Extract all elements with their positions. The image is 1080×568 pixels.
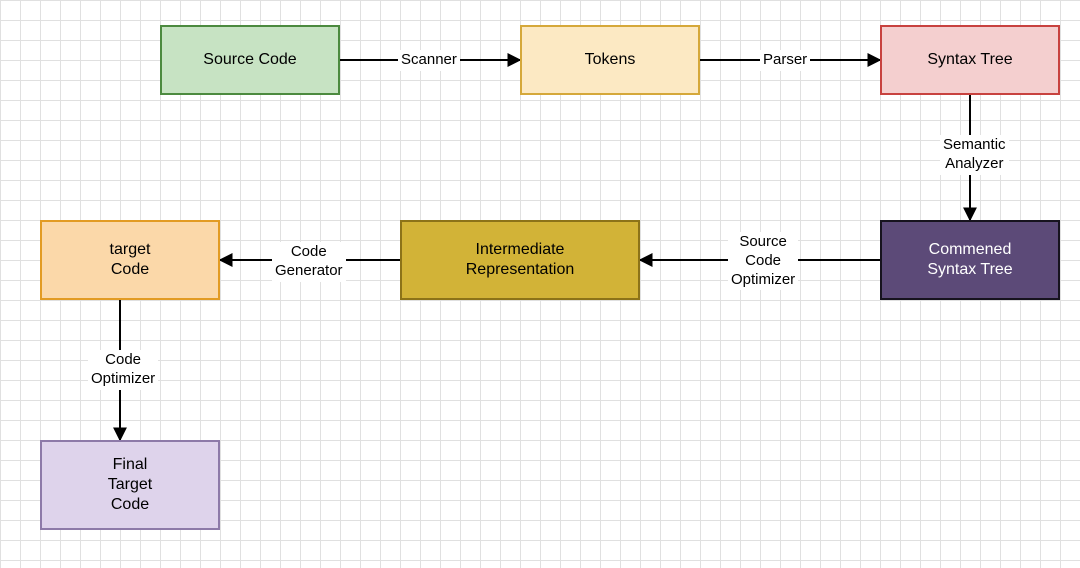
node-source-code: Source Code — [160, 25, 340, 95]
edge-label-semantic-analyzer: Semantic Analyzer — [940, 135, 1009, 175]
node-syntax-tree: Syntax Tree — [880, 25, 1060, 95]
node-final-target-code: Final Target Code — [40, 440, 220, 530]
edge-label-code-optimizer: Code Optimizer — [88, 350, 158, 390]
edge-label-scanner: Scanner — [398, 50, 460, 71]
node-commened-syntax-tree: Commened Syntax Tree — [880, 220, 1060, 300]
node-target-code: target Code — [40, 220, 220, 300]
edge-label-source-code-optimizer: Source Code Optimizer — [728, 232, 798, 290]
node-intermediate-representation: Intermediate Representation — [400, 220, 640, 300]
edge-label-code-generator: Code Generator — [272, 242, 346, 282]
edge-label-parser: Parser — [760, 50, 810, 71]
node-tokens: Tokens — [520, 25, 700, 95]
